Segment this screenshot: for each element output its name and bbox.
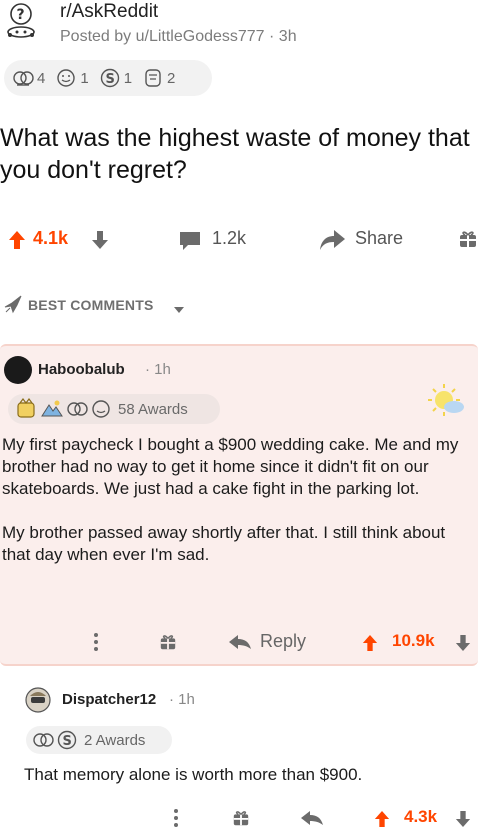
- upvote-icon[interactable]: [374, 810, 390, 832]
- post-score: 4.1k: [33, 228, 69, 248]
- sun-award-icon: [424, 380, 470, 425]
- comment-awards-bar[interactable]: S 2 Awards: [26, 726, 172, 754]
- post-action-bar: 4.1k 1.2k Share: [0, 222, 478, 260]
- share-button[interactable]: Share: [355, 228, 403, 249]
- reply-button[interactable]: Reply: [260, 631, 306, 652]
- chevron-down-icon[interactable]: [173, 301, 185, 319]
- sort-label[interactable]: BEST COMMENTS: [28, 297, 154, 313]
- rocket-icon: [2, 294, 26, 321]
- top-comment: Haboobalub · 1h 58 Awards My first paych…: [0, 344, 478, 666]
- comment-awards-bar[interactable]: 58 Awards: [8, 394, 220, 424]
- wholesome-award-icon: [92, 400, 110, 418]
- comment-paragraph: My first paycheck I bought a $900 weddin…: [2, 435, 459, 498]
- upvote-icon[interactable]: [362, 634, 378, 657]
- award-count: 1: [80, 69, 89, 87]
- svg-text:S: S: [105, 72, 114, 87]
- comment-time: · 1h: [169, 691, 195, 708]
- downvote-icon[interactable]: [455, 634, 471, 657]
- post-awards-bar[interactable]: 4 1 S 1 2: [4, 60, 212, 96]
- comment-score: 4.3k: [404, 807, 438, 826]
- reply-icon[interactable]: [300, 810, 324, 831]
- award-count: 2: [167, 69, 176, 87]
- facepalm-award-icon: [145, 69, 161, 87]
- post-author-meta[interactable]: Posted by u/LittleGodess777 · 3h: [60, 28, 297, 46]
- downvote-icon[interactable]: [91, 230, 109, 255]
- silver-award-icon: S: [100, 68, 119, 88]
- awards-count-label: 2 Awards: [84, 731, 146, 749]
- comment-action-bar: Reply 10.9k: [0, 628, 478, 658]
- helpful-award-icon: [13, 71, 34, 86]
- share-icon[interactable]: [318, 228, 346, 257]
- gift-icon[interactable]: [458, 229, 478, 254]
- downvote-icon[interactable]: [455, 810, 471, 832]
- subreddit-snoo-icon[interactable]: ?: [2, 2, 42, 42]
- comment-body: My first paycheck I bought a $900 weddin…: [2, 434, 476, 588]
- reply-comment: Dispatcher12 · 1h S 2 Awards That memory…: [0, 676, 478, 832]
- helpful-award-icon: [33, 733, 54, 747]
- mountain-award-icon: [41, 400, 63, 417]
- award-item: 2: [142, 67, 175, 89]
- comment-action-bar: 4.3k: [0, 804, 478, 832]
- comment-sort-selector[interactable]: BEST COMMENTS: [0, 292, 478, 320]
- reply-icon[interactable]: [228, 634, 252, 655]
- comment-body: That memory alone is worth more than $90…: [24, 765, 363, 784]
- awards-count-label: 58 Awards: [118, 400, 188, 418]
- more-options-icon[interactable]: [173, 808, 179, 832]
- silver-award-icon: S: [57, 730, 77, 750]
- subreddit-name[interactable]: r/AskReddit: [60, 1, 158, 23]
- comment-username[interactable]: Haboobalub: [38, 361, 125, 378]
- post-header: ? r/AskReddit Posted by u/LittleGodess77…: [0, 0, 478, 56]
- award-item: 4: [12, 67, 45, 89]
- gift-icon[interactable]: [232, 809, 250, 832]
- wholesome-award-icon: [57, 69, 76, 87]
- more-options-icon[interactable]: [93, 632, 99, 657]
- comment-username[interactable]: Dispatcher12: [62, 691, 156, 708]
- comment-paragraph: My brother passed away shortly after tha…: [2, 523, 446, 564]
- award-count: 1: [123, 69, 133, 87]
- helpful-award-icon: [67, 402, 88, 416]
- comment-score: 10.9k: [392, 631, 435, 650]
- svg-text:S: S: [63, 734, 72, 749]
- award-item: 1: [55, 67, 89, 89]
- award-count: 4: [37, 69, 46, 87]
- avatar[interactable]: [24, 686, 52, 714]
- upvote-icon[interactable]: [8, 230, 26, 255]
- avatar[interactable]: [4, 356, 32, 384]
- comment-icon[interactable]: [178, 230, 202, 257]
- comment-time: · 1h: [145, 361, 171, 378]
- platinum-award-icon: [17, 398, 35, 418]
- gift-icon[interactable]: [159, 633, 177, 656]
- svg-text:?: ?: [17, 7, 25, 23]
- comment-count[interactable]: 1.2k: [212, 228, 246, 249]
- post-title[interactable]: What was the highest waste of money that…: [0, 122, 470, 186]
- award-item: S 1: [99, 67, 132, 89]
